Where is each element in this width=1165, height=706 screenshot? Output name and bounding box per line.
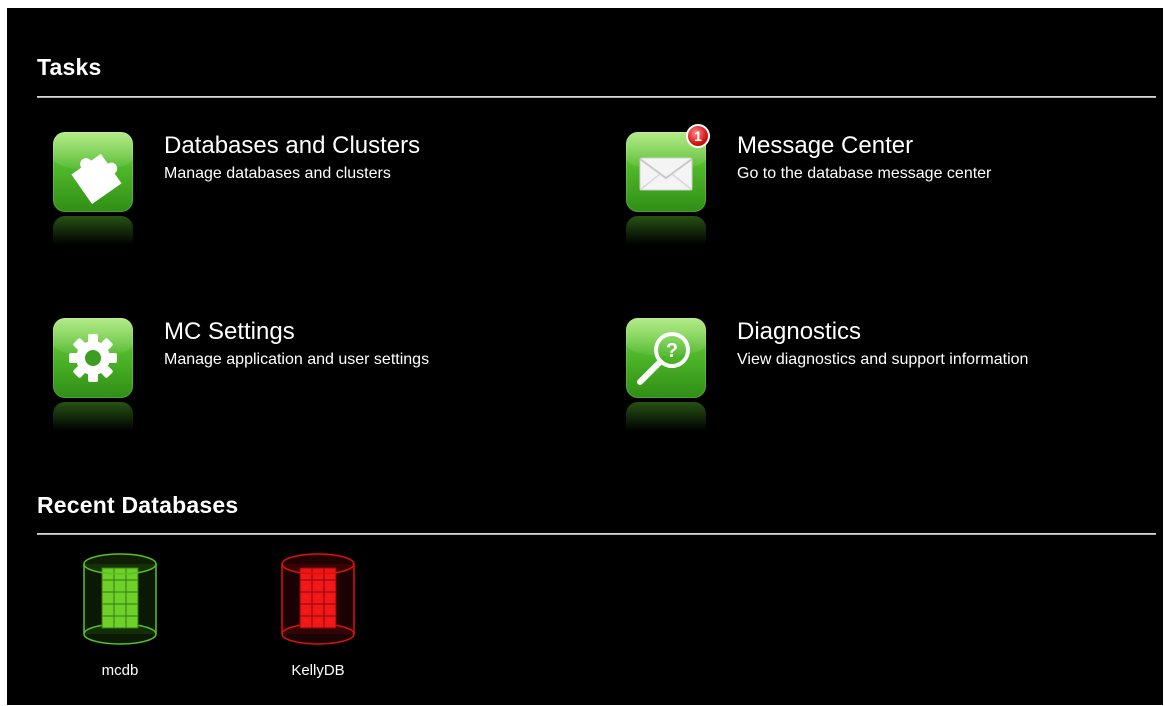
databases-tile[interactable] <box>53 132 133 212</box>
database-name[interactable]: mcdb <box>65 662 175 679</box>
tile-reflection <box>53 216 133 250</box>
recent-databases-heading: Recent Databases <box>37 492 239 518</box>
task-title[interactable]: MC Settings <box>164 318 295 346</box>
gear-icon <box>69 334 117 382</box>
recent-database-mcdb[interactable]: mcdb <box>65 550 175 680</box>
svg-text:?: ? <box>666 340 678 362</box>
unread-count-badge: 1 <box>686 124 710 148</box>
tile-reflection <box>626 402 706 436</box>
task-title[interactable]: Message Center <box>737 132 913 160</box>
tasks-heading: Tasks <box>37 54 102 80</box>
task-diagnostics[interactable]: ? Diagnostics View diagnostics and suppo… <box>626 318 1146 438</box>
task-title[interactable]: Databases and Clusters <box>164 132 420 160</box>
task-description: Manage application and user settings <box>164 351 430 368</box>
task-title[interactable]: Diagnostics <box>737 318 861 346</box>
task-description: Manage databases and clusters <box>164 165 391 182</box>
recent-databases-divider <box>37 533 1156 535</box>
tile-reflection <box>53 402 133 436</box>
task-message-center[interactable]: 1 Message Center Go to the database mess… <box>626 124 1146 252</box>
mc-settings-tile[interactable] <box>53 318 133 398</box>
recent-database-kellydb[interactable]: KellyDB <box>263 550 373 680</box>
task-databases-and-clusters[interactable]: Databases and Clusters Manage databases … <box>53 132 573 252</box>
main-panel: Tasks Databases and Clusters Manage data… <box>7 8 1163 705</box>
tasks-divider <box>37 96 1156 98</box>
task-mc-settings[interactable]: MC Settings Manage application and user … <box>53 318 573 438</box>
database-cylinder-icon <box>83 553 157 645</box>
database-cylinder-icon <box>281 553 355 645</box>
diagnostics-tile[interactable]: ? <box>626 318 706 398</box>
database-name[interactable]: KellyDB <box>263 662 373 679</box>
tile-reflection <box>626 216 706 250</box>
puzzle-icon <box>71 153 122 204</box>
task-description: Go to the database message center <box>737 165 992 182</box>
task-description: View diagnostics and support information <box>737 351 1029 368</box>
magnifier-question-icon: ? <box>637 332 690 385</box>
